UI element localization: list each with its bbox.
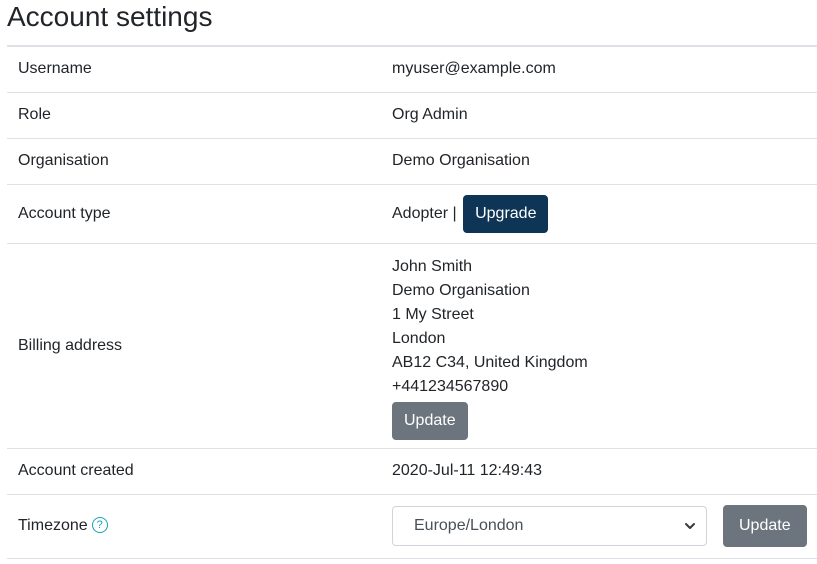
account-created-value: 2020-Jul-11 12:49:43 (392, 462, 543, 479)
organisation-label: Organisation (18, 152, 109, 169)
timezone-select[interactable]: Europe/London (392, 506, 707, 546)
table-row-organisation: Organisation Demo Organisation (7, 138, 817, 184)
account-type-label: Account type (18, 204, 111, 222)
table-row-account-created: Account created 2020-Jul-11 12:49:43 (7, 448, 817, 494)
table-row-billing-address: Billing address John Smith Demo Organisa… (7, 243, 817, 448)
account-type-cell: Adopter | Upgrade (381, 184, 817, 243)
organisation-value: Demo Organisation (392, 152, 530, 169)
page-title: Account settings (7, 1, 213, 32)
role-label: Role (18, 106, 51, 123)
billing-postcode-country: AB12 C34, United Kingdom (392, 353, 588, 371)
table-row-username: Username myuser@example.com (7, 46, 817, 92)
billing-address-cell: John Smith Demo Organisation 1 My Street… (381, 243, 817, 448)
account-settings-table: Username myuser@example.com Role Org Adm… (7, 45, 817, 559)
timezone-cell: Europe/London Update (381, 494, 817, 558)
account-type-value: Adopter | (392, 204, 457, 222)
billing-city: London (392, 329, 446, 347)
table-row-account-type: Account type Adopter | Upgrade (7, 184, 817, 243)
upgrade-button[interactable]: Upgrade (463, 194, 549, 233)
billing-street: 1 My Street (392, 305, 474, 323)
billing-update-button[interactable]: Update (392, 401, 468, 440)
username-label: Username (18, 60, 92, 78)
table-row-timezone: Timezone? Europe/London Update (7, 494, 817, 558)
billing-phone: +441234567890 (392, 377, 509, 395)
table-row-role: Role Org Admin (7, 92, 817, 138)
role-value: Org Admin (392, 106, 468, 123)
chevron-down-icon (685, 523, 695, 529)
username-value: myuser@example.com (392, 60, 556, 78)
billing-name: John Smith (392, 257, 473, 275)
billing-address-label: Billing address (18, 336, 123, 354)
question-circle-icon[interactable]: ? (91, 516, 108, 533)
billing-organisation: Demo Organisation (392, 281, 530, 299)
billing-address-lines: John Smith Demo Organisation 1 My Street… (392, 255, 817, 399)
account-created-label: Account created (18, 462, 134, 479)
timezone-update-button[interactable]: Update (723, 505, 807, 547)
timezone-label-cell: Timezone? (7, 494, 381, 558)
timezone-label: Timezone (18, 517, 88, 534)
timezone-selected-value: Europe/London (414, 517, 524, 534)
